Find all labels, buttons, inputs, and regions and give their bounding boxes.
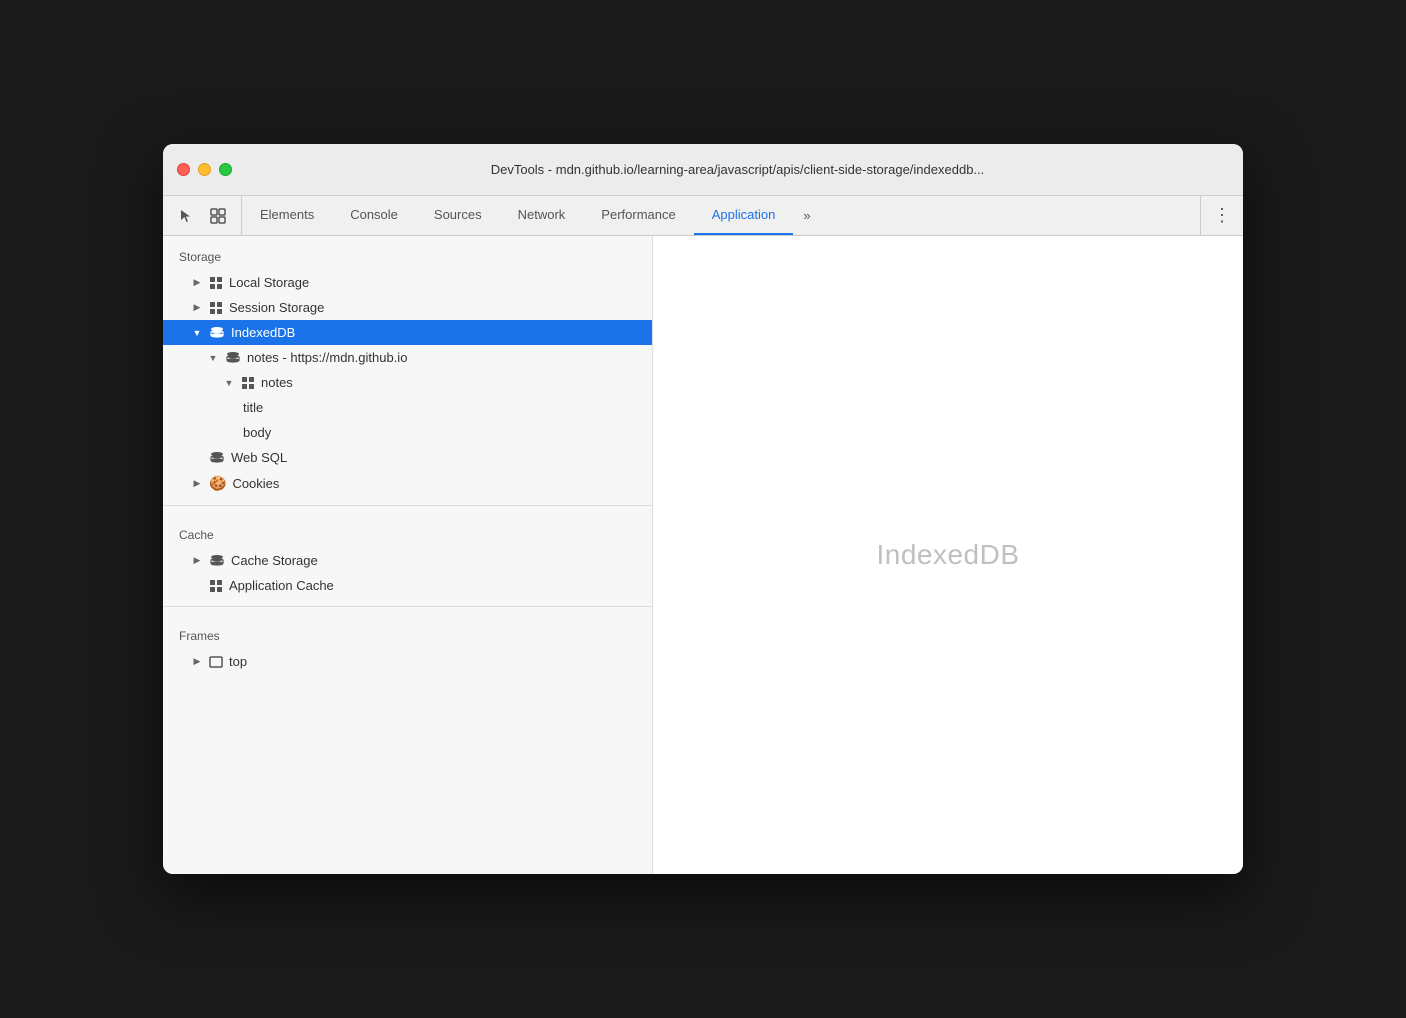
main-content: Storage ▶ Local Storage ▶	[163, 236, 1243, 874]
frames-section-label: Frames	[163, 615, 652, 649]
content-panel: IndexedDB	[653, 236, 1243, 874]
database-cache-icon	[209, 554, 225, 568]
database-small-icon	[209, 451, 225, 465]
sidebar-item-indexeddb[interactable]: ▼ IndexedDB	[163, 320, 652, 345]
grid-icon	[241, 376, 255, 390]
cookies-label: Cookies	[232, 476, 279, 491]
close-button[interactable]	[177, 163, 190, 176]
divider-2	[163, 606, 652, 607]
tab-elements[interactable]: Elements	[242, 196, 332, 235]
sidebar-item-title-index[interactable]: title	[163, 395, 652, 420]
tab-performance[interactable]: Performance	[583, 196, 693, 235]
sidebar-item-body-index[interactable]: body	[163, 420, 652, 445]
notes-store-label: notes	[261, 375, 293, 390]
web-sql-label: Web SQL	[231, 450, 287, 465]
sidebar-item-app-cache[interactable]: Application Cache	[163, 573, 652, 598]
toolbar-tabs: Elements Console Sources Network Perform…	[242, 196, 1200, 235]
app-cache-label: Application Cache	[229, 578, 334, 593]
cookie-icon: 🍪	[209, 475, 226, 492]
arrow-down-icon: ▼	[223, 378, 235, 388]
grid-icon	[209, 301, 223, 315]
notes-db-label: notes - https://mdn.github.io	[247, 350, 407, 365]
tab-network[interactable]: Network	[500, 196, 584, 235]
maximize-button[interactable]	[219, 163, 232, 176]
arrow-icon: ▶	[191, 656, 203, 667]
window-title: DevTools - mdn.github.io/learning-area/j…	[246, 162, 1229, 177]
toolbar-left-icons	[163, 196, 242, 235]
sidebar: Storage ▶ Local Storage ▶	[163, 236, 653, 874]
sidebar-item-web-sql[interactable]: Web SQL	[163, 445, 652, 470]
cache-section-label: Cache	[163, 514, 652, 548]
sidebar-item-notes-store[interactable]: ▼ notes	[163, 370, 652, 395]
arrow-icon: ▶	[191, 555, 203, 566]
database-small-icon	[225, 351, 241, 365]
devtools-menu-button[interactable]: ⋮	[1200, 196, 1243, 235]
inspect-icon-button[interactable]	[205, 203, 231, 229]
arrow-icon: ▶	[191, 277, 203, 288]
cursor-icon-button[interactable]	[173, 203, 199, 229]
tab-sources[interactable]: Sources	[416, 196, 500, 235]
minimize-button[interactable]	[198, 163, 211, 176]
sidebar-item-cache-storage[interactable]: ▶ Cache Storage	[163, 548, 652, 573]
local-storage-label: Local Storage	[229, 275, 309, 290]
title-index-label: title	[243, 400, 263, 415]
devtools-window: DevTools - mdn.github.io/learning-area/j…	[163, 144, 1243, 874]
sidebar-item-top-frame[interactable]: ▶ top	[163, 649, 652, 674]
tab-console[interactable]: Console	[332, 196, 416, 235]
database-icon	[209, 326, 225, 340]
arrow-icon: ▶	[191, 478, 203, 489]
sidebar-item-notes-db[interactable]: ▼ notes - https://mdn.github.io	[163, 345, 652, 370]
top-frame-label: top	[229, 654, 247, 669]
arrow-icon: ▶	[191, 302, 203, 313]
arrow-down-icon: ▼	[207, 353, 219, 363]
traffic-lights	[177, 163, 232, 176]
indexeddb-label: IndexedDB	[231, 325, 295, 340]
body-index-label: body	[243, 425, 271, 440]
titlebar: DevTools - mdn.github.io/learning-area/j…	[163, 144, 1243, 196]
grid-icon	[209, 276, 223, 290]
tab-application[interactable]: Application	[694, 196, 794, 235]
grid-app-icon	[209, 579, 223, 593]
divider-1	[163, 505, 652, 506]
sidebar-item-local-storage[interactable]: ▶ Local Storage	[163, 270, 652, 295]
storage-section-label: Storage	[163, 236, 652, 270]
sidebar-item-session-storage[interactable]: ▶ Session Storage	[163, 295, 652, 320]
frame-icon	[209, 656, 223, 668]
sidebar-item-cookies[interactable]: ▶ 🍪 Cookies	[163, 470, 652, 497]
more-tabs-button[interactable]: »	[793, 196, 820, 235]
arrow-down-icon: ▼	[191, 328, 203, 338]
cache-storage-label: Cache Storage	[231, 553, 318, 568]
session-storage-label: Session Storage	[229, 300, 324, 315]
toolbar: Elements Console Sources Network Perform…	[163, 196, 1243, 236]
content-placeholder: IndexedDB	[876, 539, 1019, 571]
